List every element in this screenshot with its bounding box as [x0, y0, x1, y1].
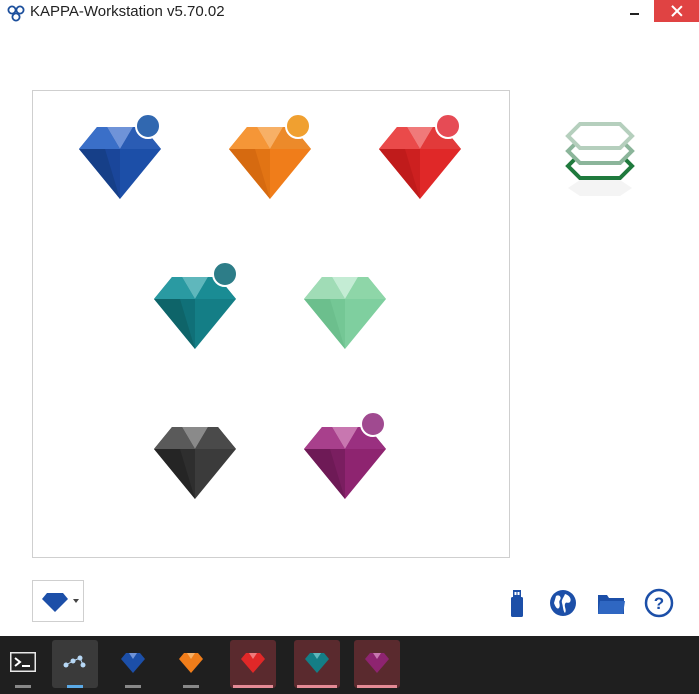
purple-gem[interactable] [300, 411, 390, 501]
window-title: KAPPA-Workstation v5.70.02 [30, 3, 225, 20]
taskbar-blue-gem[interactable] [110, 640, 156, 688]
black-gem[interactable] [150, 419, 240, 501]
purple-gem-icon [365, 653, 389, 673]
orange-gem-icon [179, 653, 203, 673]
gem-type-dropdown[interactable] [32, 580, 84, 622]
taskbar-indicator [67, 685, 83, 688]
taskbar [0, 636, 699, 694]
teal-gem[interactable] [150, 261, 240, 351]
app-logo-icon [7, 5, 25, 22]
taskbar-kappa[interactable] [52, 640, 98, 688]
red-gem[interactable] [375, 113, 465, 201]
globe-icon[interactable] [548, 588, 578, 618]
taskbar-indicator [15, 685, 31, 688]
svg-text:?: ? [654, 594, 664, 613]
taskbar-indicator [233, 685, 273, 688]
gem-badge [285, 113, 311, 139]
taskbar-indicator [297, 685, 337, 688]
teal-gem-icon [305, 653, 329, 673]
orange-gem[interactable] [225, 113, 315, 201]
taskbar-indicator [357, 685, 397, 688]
close-button[interactable] [654, 0, 699, 22]
blue-gem[interactable] [75, 113, 165, 201]
taskbar-teal-gem[interactable] [294, 640, 340, 688]
blue-gem-icon [121, 653, 145, 673]
taskbar-terminal[interactable] [0, 640, 46, 688]
mint-gem[interactable] [300, 269, 390, 351]
usb-icon[interactable] [502, 588, 532, 618]
chevron-down-icon [73, 599, 79, 603]
gem-badge [360, 411, 386, 437]
taskbar-purple-gem[interactable] [354, 640, 400, 688]
network-icon [63, 655, 86, 668]
red-gem-icon [241, 653, 265, 673]
title-bar: KAPPA-Workstation v5.70.02 [0, 0, 699, 28]
folder-icon[interactable] [596, 588, 626, 618]
gem-badge [135, 113, 161, 139]
layers-stack-icon[interactable] [556, 118, 644, 218]
taskbar-orange-gem[interactable] [168, 640, 214, 688]
taskbar-indicator [183, 685, 199, 688]
taskbar-red-gem[interactable] [230, 640, 276, 688]
gem-panel [32, 90, 510, 558]
help-icon[interactable]: ? [644, 588, 674, 618]
gem-badge [212, 261, 238, 287]
gem-badge [435, 113, 461, 139]
gem-icon [42, 593, 68, 612]
taskbar-indicator [125, 685, 141, 688]
minimize-button[interactable] [622, 0, 648, 24]
terminal-icon [10, 652, 36, 672]
